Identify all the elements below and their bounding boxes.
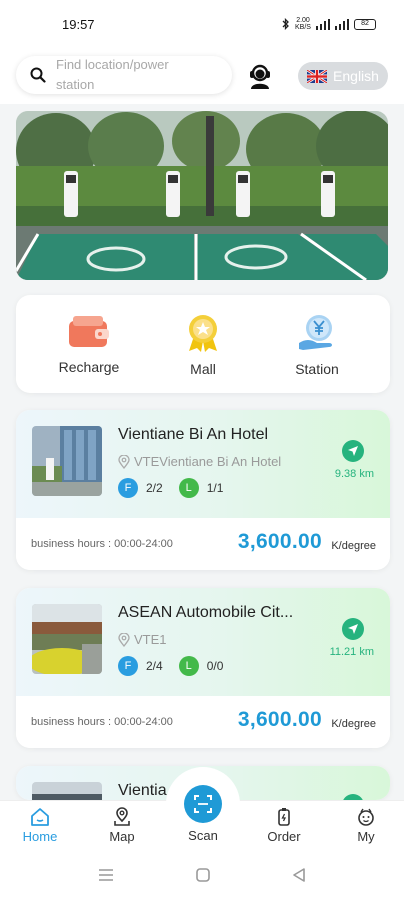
nav-map[interactable]: Map [92, 807, 152, 844]
nav-order-label: Order [267, 829, 301, 844]
station-address: VTE1 [118, 632, 167, 647]
station-thumbnail [32, 604, 102, 674]
search-placeholder: Find location/power station [56, 57, 169, 92]
nav-my-label: My [357, 829, 375, 844]
quick-menu: Recharge Mall Station [16, 295, 390, 393]
network-speed: 2.00 KB/S [295, 17, 311, 31]
nav-home[interactable]: Home [10, 807, 70, 844]
language-button[interactable]: English [298, 62, 388, 90]
menu-recharge[interactable]: Recharge [34, 313, 144, 375]
navigation-arrow-icon [348, 446, 358, 456]
menu-mall[interactable]: Mall [148, 313, 258, 377]
system-icons: 2.00 KB/S 82 [282, 17, 376, 31]
status-bar: 19:57 2.00 KB/S 82 [0, 0, 404, 48]
profile-icon [358, 808, 374, 826]
station-name: ASEAN Automobile Cit... [118, 604, 294, 621]
station-thumbnail [32, 782, 102, 800]
search-icon [30, 67, 46, 83]
customer-service-icon[interactable] [246, 62, 274, 90]
slow-charger-count: 1/1 [206, 481, 224, 495]
wallet-icon [69, 316, 109, 347]
charging-station-photo [16, 111, 388, 280]
price-unit: K/degree [331, 718, 376, 730]
battery-icon: 82 [354, 18, 376, 30]
price-unit: K/degree [331, 540, 376, 552]
back-icon[interactable] [292, 868, 306, 882]
status-time: 19:57 [62, 16, 95, 32]
station-address-text: VTEVientiane Bi An Hotel [134, 454, 282, 469]
station-address-text: VTE1 [134, 632, 167, 647]
station-card-header: ASEAN Automobile Cit... VTE1 F 2/4 L 0/0… [16, 588, 390, 696]
station-card-footer: business hours : 00:00-24:00 3,600.00 K/… [16, 518, 390, 570]
fast-charger-badge: F [118, 656, 138, 676]
station-price: 3,600.00 [237, 708, 322, 731]
navigate-button[interactable] [342, 618, 364, 640]
uk-flag-icon [307, 69, 328, 83]
station-card[interactable]: ASEAN Automobile Cit... VTE1 F 2/4 L 0/0… [16, 588, 390, 748]
menu-label-station: Station [295, 361, 339, 377]
navigate-button[interactable] [342, 440, 364, 462]
business-hours: business hours : 00:00-24:00 [31, 716, 173, 728]
charger-availability: F 2/2 L 1/1 [118, 478, 231, 498]
menu-icon[interactable] [98, 868, 114, 882]
location-pin-icon [118, 632, 130, 647]
scan-icon [194, 795, 212, 813]
fast-charger-badge: F [118, 478, 138, 498]
order-icon [278, 808, 290, 826]
station-card-header: Vientiane Bi An Hotel VTEVientiane Bi An… [16, 410, 390, 518]
station-card[interactable]: Vientiane Bi An Hotel VTEVientiane Bi An… [16, 410, 390, 570]
top-bar: Find location/power station English [0, 48, 404, 104]
navigation-arrow-icon [348, 624, 358, 634]
fast-charger-count: 2/4 [146, 659, 163, 673]
scan-circle [184, 785, 222, 823]
nav-map-label: Map [109, 829, 135, 844]
nav-scan-label: Scan [188, 828, 218, 843]
station-address: VTEVientiane Bi An Hotel [118, 454, 281, 469]
station-distance: 11.21 km [329, 646, 374, 658]
map-icon [114, 807, 130, 826]
slow-charger-count: 0/0 [206, 659, 224, 673]
charger-availability: F 2/4 L 0/0 [118, 656, 231, 676]
medal-icon [189, 315, 217, 352]
nav-home-label: Home [22, 829, 58, 844]
system-navigation-bar [0, 852, 404, 900]
station-price: 3,600.00 [237, 530, 322, 553]
business-hours: business hours : 00:00-24:00 [31, 538, 173, 550]
kip-coin-hand-icon [299, 315, 332, 350]
bluetooth-icon [282, 18, 289, 30]
banner-image[interactable] [16, 111, 388, 280]
station-name: Vientiane Bi An Hotel [118, 426, 269, 443]
station-card-footer: business hours : 00:00-24:00 3,600.00 K/… [16, 696, 390, 748]
nav-my[interactable]: My [336, 807, 396, 844]
nav-order[interactable]: Order [254, 807, 314, 844]
menu-station[interactable]: Station [262, 313, 372, 377]
signal-icon [316, 18, 330, 30]
fast-charger-count: 2/2 [146, 481, 163, 495]
slow-charger-badge: L [178, 478, 199, 498]
home-square-icon[interactable] [196, 868, 210, 882]
home-icon [31, 808, 49, 826]
station-thumbnail [32, 426, 102, 496]
station-distance: 9.38 km [334, 468, 374, 480]
language-label: English [333, 68, 379, 84]
menu-label-recharge: Recharge [58, 359, 120, 375]
menu-label-mall: Mall [190, 361, 216, 377]
location-pin-icon [118, 454, 130, 469]
signal-2-icon [335, 18, 349, 30]
search-input[interactable]: Find location/power station [16, 56, 232, 94]
slow-charger-badge: L [178, 656, 199, 676]
